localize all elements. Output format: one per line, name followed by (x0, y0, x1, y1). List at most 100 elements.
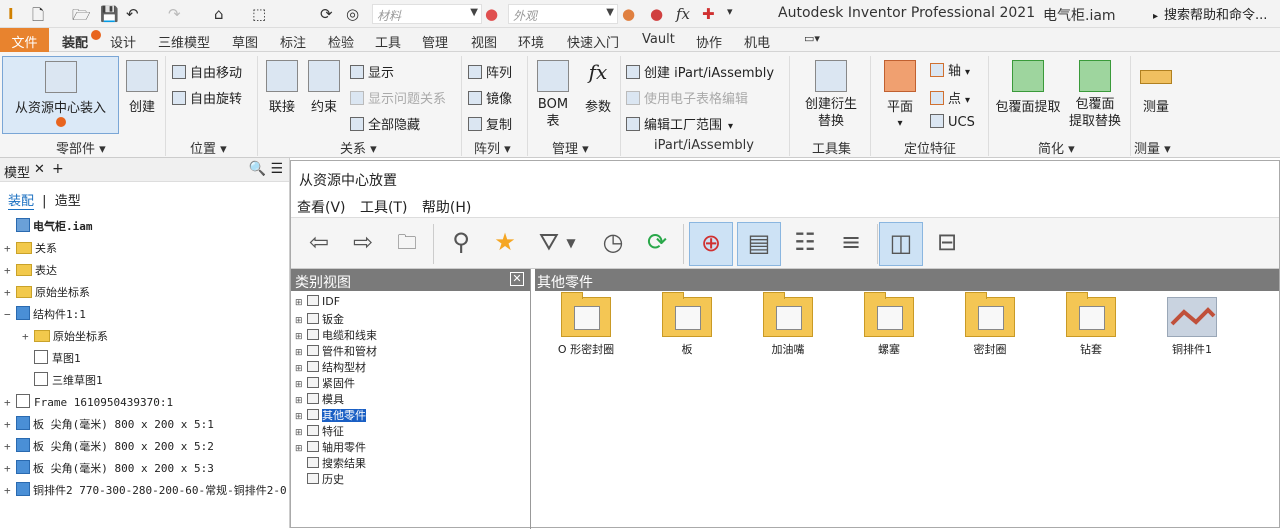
menu-icon[interactable]: ☰ (270, 161, 283, 177)
expand-toggle-icon[interactable]: ⊞ (295, 348, 305, 358)
home-icon[interactable]: ⌂ (214, 5, 224, 23)
favorites-star-icon[interactable]: ★ (483, 222, 527, 266)
group-position-label[interactable]: 位置 ▾ (190, 138, 227, 157)
adjust-appearance-icon[interactable]: ● (650, 5, 663, 23)
axis-button[interactable]: 轴 ▾ (930, 60, 970, 79)
content-item[interactable]: O 形密封圈 (541, 292, 631, 357)
parameters-button[interactable]: fx 参数 (578, 60, 618, 115)
expand-toggle-icon[interactable]: ⊞ (295, 380, 305, 390)
group-simplify-label[interactable]: 简化 ▾ (1038, 138, 1075, 157)
detail-view-icon[interactable]: ≡ (829, 222, 873, 266)
tree-node[interactable]: + 铜排件2 770-300-280-200-60-常规-铜排件2-0 (4, 482, 287, 502)
list-view-icon[interactable]: ☷ (783, 222, 827, 266)
tree-node[interactable]: + 板 尖角(毫米) 800 x 200 x 5:2 (4, 438, 214, 458)
pattern-button[interactable]: 阵列 (468, 62, 512, 81)
tab-annotate[interactable]: 标注 (280, 32, 306, 51)
menu-help[interactable]: 帮助(H) (422, 200, 471, 216)
new-icon[interactable]: 🗋 (32, 5, 44, 30)
expand-toggle-icon[interactable]: ⊞ (295, 412, 305, 422)
tab-get-started[interactable]: 快速入门 (567, 32, 619, 51)
shrinkwrap-substitute-button[interactable]: 包覆面 提取替换 (1066, 60, 1124, 130)
browser-tab-model[interactable]: 模型 (4, 162, 30, 181)
category-node[interactable]: ⊞ 紧固件 (295, 375, 355, 391)
tab-design[interactable]: 设计 (110, 32, 136, 51)
derive-substitute-button[interactable]: 创建衍生 替换 (800, 60, 862, 130)
place-from-content-center-button[interactable]: 从资源中心装入 (2, 56, 119, 134)
tab-electromechanical[interactable]: 机电 (744, 32, 770, 51)
free-rotate-button[interactable]: 自由旋转 (172, 88, 242, 107)
category-node[interactable]: ⊞ IDF (295, 295, 340, 311)
mirror-button[interactable]: 镜像 (468, 88, 512, 107)
category-node[interactable]: ⊞ 管件和管材 (295, 343, 377, 359)
tree-node[interactable]: + 原始坐标系 (22, 328, 108, 348)
hide-all-button[interactable]: 全部隐藏 (350, 114, 420, 133)
ucs-button[interactable]: UCS (930, 114, 975, 130)
inventor-logo-icon[interactable]: I (8, 5, 14, 23)
undo-icon[interactable]: ↶ (126, 5, 139, 23)
update-icon[interactable]: ⟳ (320, 5, 333, 23)
bom-button[interactable]: BOM 表 (534, 60, 572, 130)
plane-button[interactable]: 平面 ▾ (880, 60, 920, 130)
category-node[interactable]: ⊞ 其他零件 (295, 407, 366, 423)
copy-button[interactable]: 复制 (468, 114, 512, 133)
redo-icon[interactable]: ↷ (168, 5, 181, 23)
tab-3d-model[interactable]: 三维模型 (158, 32, 210, 51)
content-item[interactable]: 密封圈 (945, 292, 1035, 357)
content-item[interactable]: 铜排件1 (1147, 297, 1237, 357)
edit-factory-scope-button[interactable]: 编辑工厂范围 ▾ (626, 114, 733, 133)
create-button[interactable]: 创建 (124, 60, 160, 115)
tree-node[interactable]: 草图1 (22, 350, 81, 370)
expand-toggle-icon[interactable]: ⊞ (295, 364, 305, 374)
save-icon[interactable]: 💾 (100, 5, 119, 23)
category-node[interactable]: 搜索结果 (295, 455, 366, 471)
tree-node[interactable]: + 板 尖角(毫米) 800 x 200 x 5:1 (4, 416, 214, 436)
material-combo[interactable]: 材料 ▼ (372, 4, 482, 24)
plus-icon[interactable]: ✚ (702, 5, 715, 23)
group-relationships-label[interactable]: 关系 ▾ (340, 138, 377, 157)
subtab-modeling[interactable]: 造型 (55, 194, 81, 209)
expand-toggle-icon[interactable]: + (4, 286, 16, 299)
autodrop-icon[interactable]: ⊕ (689, 222, 733, 266)
group-component-label[interactable]: 零部件 ▾ (56, 138, 106, 157)
search-icon[interactable]: ⚲ (439, 222, 483, 266)
tab-inspect[interactable]: 检验 (328, 32, 354, 51)
expand-toggle-icon[interactable]: + (4, 242, 16, 255)
expand-toggle-icon[interactable]: + (4, 264, 16, 277)
menu-tools[interactable]: 工具(T) (360, 200, 407, 216)
tab-collaborate[interactable]: 协作 (696, 32, 722, 51)
edit-via-spreadsheet-button[interactable]: 使用电子表格编辑 (626, 88, 748, 107)
tree-node[interactable]: + 关系 (4, 240, 57, 260)
tab-file[interactable]: 文件 (0, 28, 49, 52)
tab-view[interactable]: 视图 (471, 32, 497, 51)
category-node[interactable]: ⊞ 模具 (295, 391, 344, 407)
expand-toggle-icon[interactable]: + (4, 462, 16, 475)
add-browser-icon[interactable]: + (52, 161, 64, 177)
tree-node[interactable]: 三维草图1 (22, 372, 103, 392)
menu-view[interactable]: 查看(V) (297, 200, 346, 216)
expand-toggle-icon[interactable]: + (4, 418, 16, 431)
category-node[interactable]: ⊞ 轴用零件 (295, 439, 366, 455)
search-icon[interactable]: 🔍 (249, 161, 266, 177)
expand-toggle-icon[interactable]: ⊞ (295, 332, 305, 342)
category-node[interactable]: 历史 (295, 471, 344, 487)
history-clock-icon[interactable]: ◷ (591, 222, 635, 266)
joint-button[interactable]: 联接 (264, 60, 300, 115)
tab-manage[interactable]: 管理 (422, 32, 448, 51)
folder-up-icon[interactable]: 🗀 (385, 222, 429, 266)
expand-toggle-icon[interactable]: + (4, 440, 16, 453)
expand-toggle-icon[interactable]: ⊞ (295, 428, 305, 438)
content-item[interactable]: 加油嘴 (743, 292, 833, 357)
appearance-icon[interactable]: ● (485, 5, 498, 23)
tab-vault[interactable]: Vault (642, 32, 675, 47)
material-icon[interactable]: ◎ (346, 5, 359, 23)
create-ipart-button[interactable]: 创建 iPart/iAssembly (626, 62, 774, 81)
tab-assemble[interactable]: 装配 (62, 32, 88, 51)
category-node[interactable]: ⊞ 钣金 (295, 311, 344, 327)
refresh-icon[interactable]: ⟳ (635, 222, 679, 266)
category-node[interactable]: ⊞ 结构型材 (295, 359, 366, 375)
fx-icon[interactable]: fx (676, 5, 690, 23)
expand-toggle-icon[interactable]: − (4, 308, 16, 321)
thumbnail-view-icon[interactable]: ▤ (737, 222, 781, 266)
shrinkwrap-button[interactable]: 包覆面提取 (994, 60, 1062, 115)
clear-appearance-icon[interactable]: ● (622, 5, 635, 23)
